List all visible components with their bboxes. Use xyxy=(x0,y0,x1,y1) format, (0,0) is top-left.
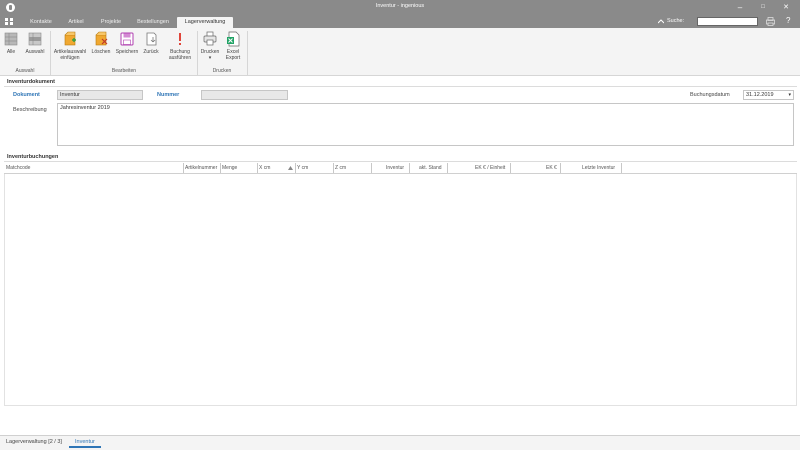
col-x-cm[interactable]: X cm xyxy=(259,165,270,171)
tab-projekte[interactable]: Projekte xyxy=(94,17,128,28)
col-akt-stand[interactable]: akt. Stand xyxy=(419,165,442,171)
col-matchcode[interactable]: Matchcode xyxy=(6,165,30,171)
ribbon-separator xyxy=(50,31,51,75)
tab-bestellungen[interactable]: Bestellungen xyxy=(131,17,175,28)
zurueck-button[interactable]: Zurück xyxy=(141,31,161,55)
buchung-ausfuehren-button[interactable]: Buchung ausführen xyxy=(166,31,194,61)
loeschen-button[interactable]: Löschen xyxy=(90,31,112,55)
maximize-button[interactable]: □ xyxy=(756,1,770,14)
alle-button[interactable]: Alle xyxy=(3,31,19,55)
artikelauswahl-einfuegen-button[interactable]: Artikelauswahl einfügen xyxy=(52,31,88,61)
printer-icon xyxy=(203,31,217,46)
col-ek[interactable]: EK € xyxy=(546,165,557,171)
section-divider xyxy=(4,86,797,87)
status-bar: Lagerverwaltung [2 / 3] Inventur xyxy=(0,435,800,450)
nummer-label: Nummer xyxy=(157,92,180,98)
section-title-inventurdokument: Inventurdokument xyxy=(7,79,55,85)
nummer-field[interactable] xyxy=(201,90,288,100)
beschreibung-textarea[interactable]: Jahresinventur 2019 xyxy=(57,103,794,146)
col-letzte-inventur[interactable]: Letzte Inventur xyxy=(582,165,615,171)
col-y-cm[interactable]: Y cm xyxy=(297,165,308,171)
ribbon-separator xyxy=(247,31,248,75)
grid-body[interactable] xyxy=(4,174,797,406)
grid-menu-icon[interactable] xyxy=(5,18,13,25)
column-divider[interactable] xyxy=(333,163,334,173)
speichern-label: Speichern xyxy=(115,49,139,55)
sort-ascending-icon xyxy=(288,166,293,170)
column-divider[interactable] xyxy=(183,163,184,173)
box-add-icon xyxy=(64,31,76,46)
drucken-dropdown-chevron-icon[interactable]: ▾ xyxy=(199,55,221,61)
auswahl-label: Auswahl xyxy=(25,49,45,55)
tab-kontakte[interactable]: Kontakte xyxy=(24,17,58,28)
chevron-up-icon[interactable] xyxy=(658,19,664,24)
excel-export-button[interactable]: Excel Export xyxy=(222,31,244,61)
alle-label: Alle xyxy=(6,49,16,55)
help-icon[interactable]: ? xyxy=(786,16,790,25)
column-divider[interactable] xyxy=(560,163,561,173)
window-title: Inventur - ingenious xyxy=(375,3,425,9)
buchungsdatum-label: Buchungsdatum xyxy=(690,92,730,98)
artikelauswahl-label: Artikelauswahl einfügen xyxy=(53,49,87,61)
table-select-icon xyxy=(28,32,42,46)
status-tab-inventur[interactable]: Inventur xyxy=(69,439,101,448)
search-label: Suche: xyxy=(667,18,685,24)
ribbon-toolbar: Alle Auswahl Auswahl Artikelauswahl einf… xyxy=(0,28,800,76)
drucken-button[interactable]: Drucken ▾ xyxy=(199,31,221,61)
undo-icon xyxy=(146,32,157,46)
save-icon xyxy=(120,32,134,46)
tab-lagerverwaltung[interactable]: Lagerverwaltung xyxy=(177,17,233,28)
date-dropdown-chevron-icon[interactable]: ▾ xyxy=(788,92,791,99)
main-tab-bar: Kontakte Artikel Projekte Bestellungen L… xyxy=(0,15,800,28)
group-label-bearbeiten: Bearbeiten xyxy=(111,68,137,74)
group-label-drucken: Drucken xyxy=(212,68,232,74)
printer-settings-icon[interactable] xyxy=(766,17,775,26)
grid-header: Matchcode Artikelnummer Menge X cm Y cm … xyxy=(4,162,797,174)
close-button[interactable]: ✕ xyxy=(779,1,793,14)
excel-icon xyxy=(227,31,240,47)
title-bar: Inventur - ingenious – □ ✕ xyxy=(0,0,800,15)
dokument-label: Dokument xyxy=(13,92,40,98)
column-divider[interactable] xyxy=(220,163,221,173)
col-ek-einheit[interactable]: EK € / Einheit xyxy=(475,165,505,171)
table-icon xyxy=(4,32,18,46)
column-divider[interactable] xyxy=(295,163,296,173)
ribbon-separator xyxy=(197,31,198,75)
loeschen-label: Löschen xyxy=(91,49,111,55)
dokument-field[interactable]: Inventur xyxy=(57,90,143,100)
col-menge[interactable]: Menge xyxy=(222,165,237,171)
minimize-button[interactable]: – xyxy=(733,1,747,14)
column-divider[interactable] xyxy=(447,163,448,173)
col-z-cm[interactable]: Z cm xyxy=(335,165,346,171)
column-divider[interactable] xyxy=(621,163,622,173)
beschreibung-label: Beschreibung xyxy=(13,107,47,113)
excel-label: Excel Export xyxy=(225,49,241,61)
exclamation-icon xyxy=(179,33,181,45)
speichern-button[interactable]: Speichern xyxy=(114,31,140,55)
buchungsdatum-value: 31.12.2019 xyxy=(746,92,774,98)
col-inventur[interactable]: Inventur xyxy=(386,165,404,171)
status-tab-lagerverwaltung[interactable]: Lagerverwaltung [2 / 3] xyxy=(6,439,62,445)
col-artikelnummer[interactable]: Artikelnummer xyxy=(185,165,217,171)
tab-artikel[interactable]: Artikel xyxy=(60,17,92,28)
auswahl-button[interactable]: Auswahl xyxy=(23,31,47,55)
column-divider[interactable] xyxy=(409,163,410,173)
box-delete-icon xyxy=(95,31,108,46)
section-title-inventurbuchungen: Inventurbuchungen xyxy=(7,154,59,160)
search-input[interactable] xyxy=(697,17,758,26)
column-divider[interactable] xyxy=(510,163,511,173)
buchung-label: Buchung ausführen xyxy=(168,49,192,61)
column-divider[interactable] xyxy=(371,163,372,173)
zurueck-label: Zurück xyxy=(143,49,159,55)
buchungsdatum-field[interactable]: 31.12.2019 ▾ xyxy=(743,90,794,100)
group-label-auswahl: Auswahl xyxy=(15,68,35,74)
column-divider[interactable] xyxy=(257,163,258,173)
